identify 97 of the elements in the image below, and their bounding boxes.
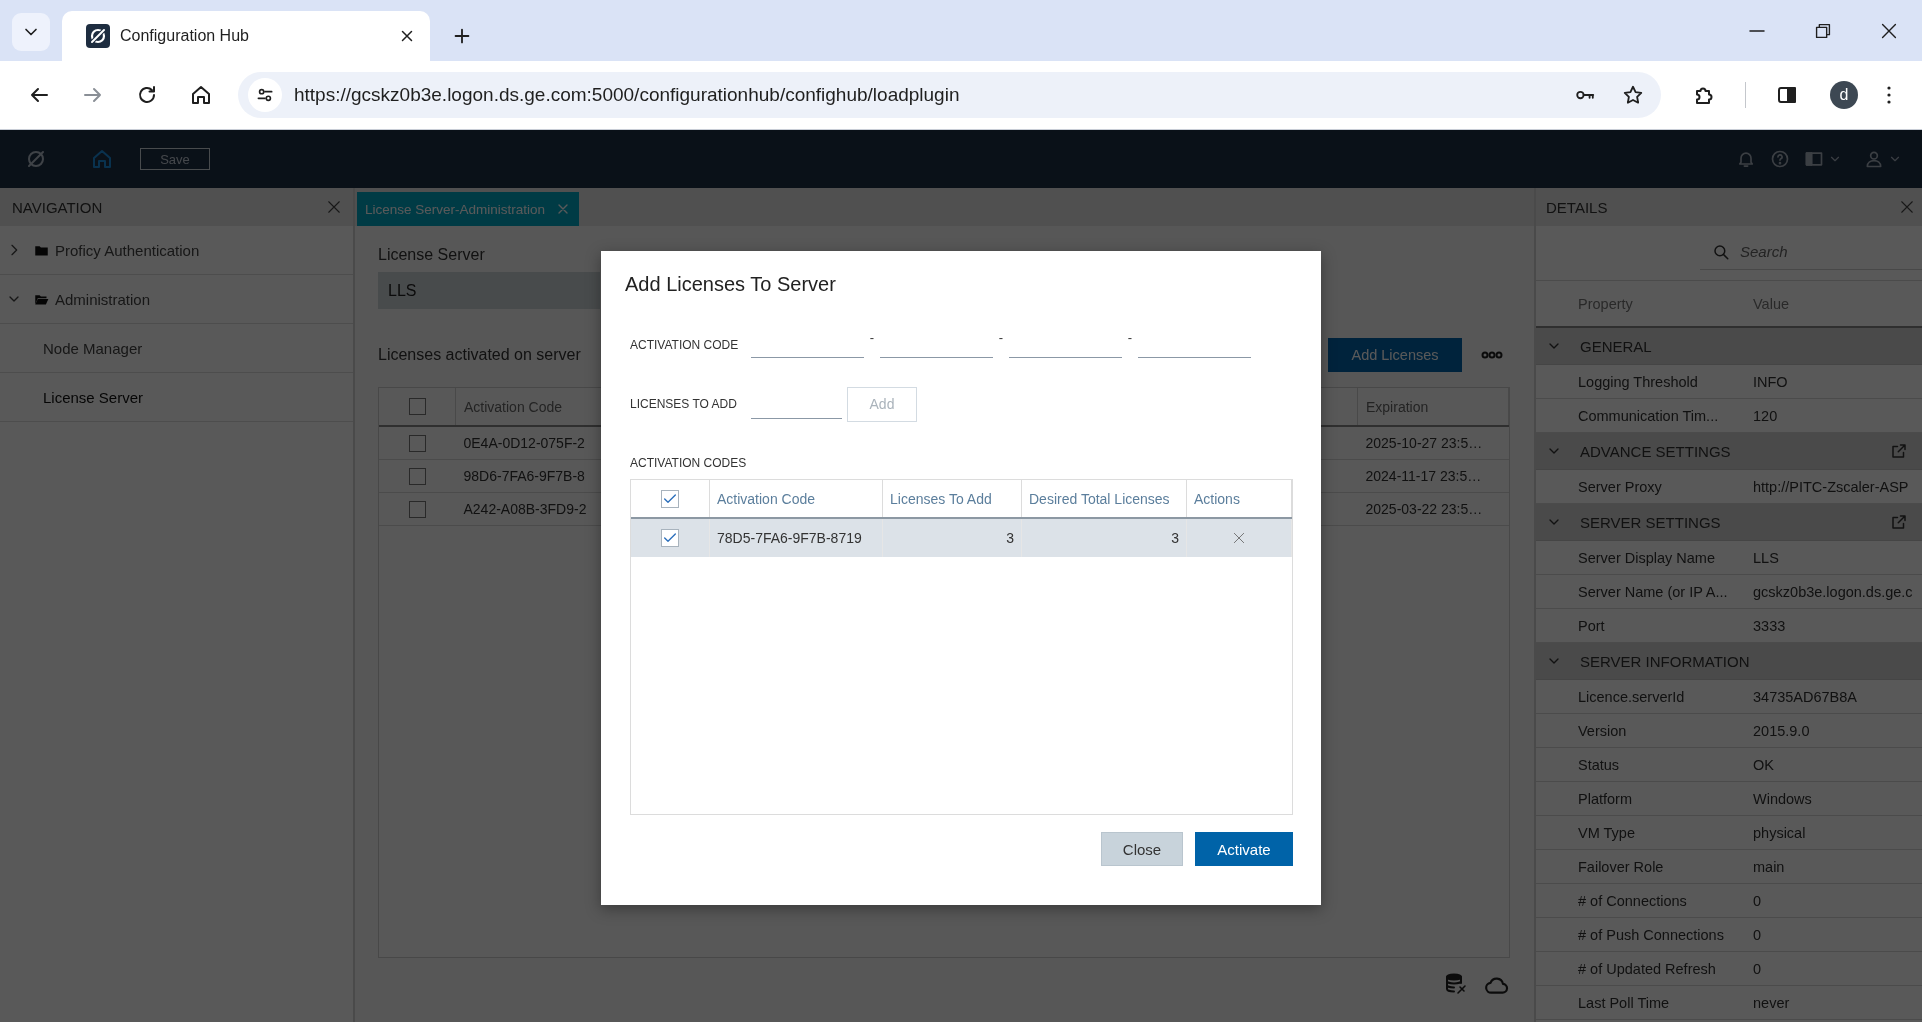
bell-icon <box>1736 149 1756 169</box>
layout-menu-button[interactable] <box>1804 149 1842 169</box>
separator-dash: - <box>997 330 1005 345</box>
property-value: 120 <box>1753 407 1778 424</box>
user-menu-button[interactable] <box>1864 149 1902 169</box>
property-value: 34735AD67B8A <box>1753 688 1857 705</box>
search-icon <box>1712 242 1730 261</box>
tree-item[interactable]: License Server <box>0 373 353 422</box>
profile-avatar[interactable]: d <box>1830 81 1858 109</box>
group-header[interactable]: SERVER INFORMATION <box>1536 643 1922 680</box>
property-name: Status <box>1577 756 1621 773</box>
tab[interactable]: License Server-Administration <box>357 192 580 226</box>
user-icon <box>1864 149 1884 169</box>
property-value: physical <box>1753 824 1806 841</box>
checkbox[interactable] <box>408 500 426 518</box>
panel-title: NAVIGATION <box>12 198 104 216</box>
property-value: LLS <box>1753 549 1779 566</box>
property-name: Communication Tim... <box>1577 407 1720 424</box>
close-icon <box>325 198 343 216</box>
checkbox[interactable] <box>408 434 426 452</box>
property-name: Licence.serverId <box>1577 688 1686 705</box>
home-icon <box>90 147 114 171</box>
app-logo-icon <box>86 24 110 48</box>
property-value: Windows <box>1753 790 1812 807</box>
separator-dash: - <box>1126 330 1134 345</box>
panel-icon <box>1804 149 1824 169</box>
tree-item[interactable]: Administration <box>0 275 353 324</box>
tree-item[interactable]: Node Manager <box>0 324 353 373</box>
table-cell: 78D5-7FA6-9F7B-8719 <box>709 518 883 557</box>
table-cell: 3 <box>1021 518 1187 557</box>
property-name: # of Updated Refresh <box>1577 960 1717 977</box>
property-name: Server Proxy <box>1577 478 1663 495</box>
property-value: main <box>1753 858 1785 875</box>
property-value: 0 <box>1753 960 1762 977</box>
table-cell: 3 <box>882 518 1022 557</box>
property-name: Server Display Name <box>1577 549 1716 566</box>
separator-dash: - <box>868 330 876 345</box>
table-cell: 2024-11-17 23:5… <box>1357 459 1509 493</box>
property-value: gcskz0b3e.logon.ds.ge.c <box>1753 583 1913 600</box>
close-button[interactable] <box>1898 198 1916 216</box>
checkbox[interactable] <box>408 467 426 485</box>
property-name: Platform <box>1577 790 1633 807</box>
panel-title: DETAILS <box>1546 198 1609 216</box>
property-name: Server Name (or IP A... <box>1577 583 1729 600</box>
property-value: INFO <box>1753 373 1788 390</box>
property-name: Last Poll Time <box>1577 994 1671 1011</box>
home-icon <box>189 83 213 107</box>
help-icon <box>1770 149 1790 169</box>
property-name: # of Push Connections <box>1577 926 1725 943</box>
section-title: Licenses activated on server <box>378 346 582 364</box>
table-cell: 2025-03-22 23:5… <box>1357 492 1509 526</box>
property-value: 2015.9.0 <box>1753 722 1810 739</box>
close-button[interactable] <box>325 198 343 216</box>
popout-icon[interactable] <box>1890 513 1908 531</box>
property-value: 0 <box>1753 926 1762 943</box>
browser-tab[interactable]: Configuration Hub <box>62 11 430 61</box>
property-value: 3333 <box>1753 617 1786 634</box>
close-icon <box>1231 530 1247 546</box>
help-button[interactable] <box>1770 149 1790 169</box>
property-name: VM Type <box>1577 824 1636 841</box>
property-name: Failover Role <box>1577 858 1665 875</box>
close-button[interactable]: Close <box>1101 832 1183 866</box>
group-header[interactable]: ADVANCE SETTINGS <box>1536 433 1922 470</box>
star-icon <box>1622 84 1644 106</box>
address-bar[interactable]: https://gcskz0b3e.logon.ds.ge.com:5000/configurationhub/confighub/loadplugin <box>238 72 1661 118</box>
add-licenses-button[interactable]: Add Licenses <box>1328 338 1462 372</box>
remove-button[interactable] <box>1231 530 1247 546</box>
popout-icon[interactable] <box>1890 442 1908 460</box>
checkbox[interactable] <box>408 398 426 415</box>
property-name: # of Connections <box>1577 892 1688 909</box>
table-cell: 2025-10-27 23:5… <box>1357 426 1509 460</box>
property-value: http://PITC-Zscaler-ASP <box>1753 478 1909 495</box>
field-label: License Server <box>378 246 486 264</box>
property-value: 0 <box>1753 892 1762 909</box>
server-dropdown[interactable]: LLS <box>378 272 600 309</box>
checkbox[interactable] <box>661 529 679 547</box>
site-settings-button[interactable] <box>248 78 282 112</box>
tab-search-button[interactable] <box>12 13 50 51</box>
field-label: LICENSES TO ADD <box>630 397 738 411</box>
activate-button[interactable]: Activate <box>1195 832 1293 866</box>
property-name: Logging Threshold <box>1577 373 1699 390</box>
property-value: never <box>1753 994 1790 1011</box>
dialog-title: Add Licenses To Server <box>625 273 837 296</box>
notifications-button[interactable] <box>1736 149 1756 169</box>
group-header[interactable]: SERVER SETTINGS <box>1536 504 1922 541</box>
close-icon <box>1898 198 1916 216</box>
menu-icon <box>1887 86 1891 104</box>
group-header[interactable]: GENERAL <box>1536 328 1922 365</box>
minimize-icon <box>1749 29 1765 32</box>
property-name: Version <box>1577 722 1628 739</box>
property-value: OK <box>1753 756 1774 773</box>
field-label: ACTIVATION CODE <box>630 338 740 352</box>
tree-item[interactable]: Proficy Authentication <box>0 226 353 275</box>
database-icon <box>1444 972 1468 996</box>
checkbox[interactable] <box>661 489 679 508</box>
property-name: Port <box>1577 617 1606 634</box>
table-row[interactable]: 78D5-7FA6-9F7B-8719 3 3 <box>631 518 1292 557</box>
